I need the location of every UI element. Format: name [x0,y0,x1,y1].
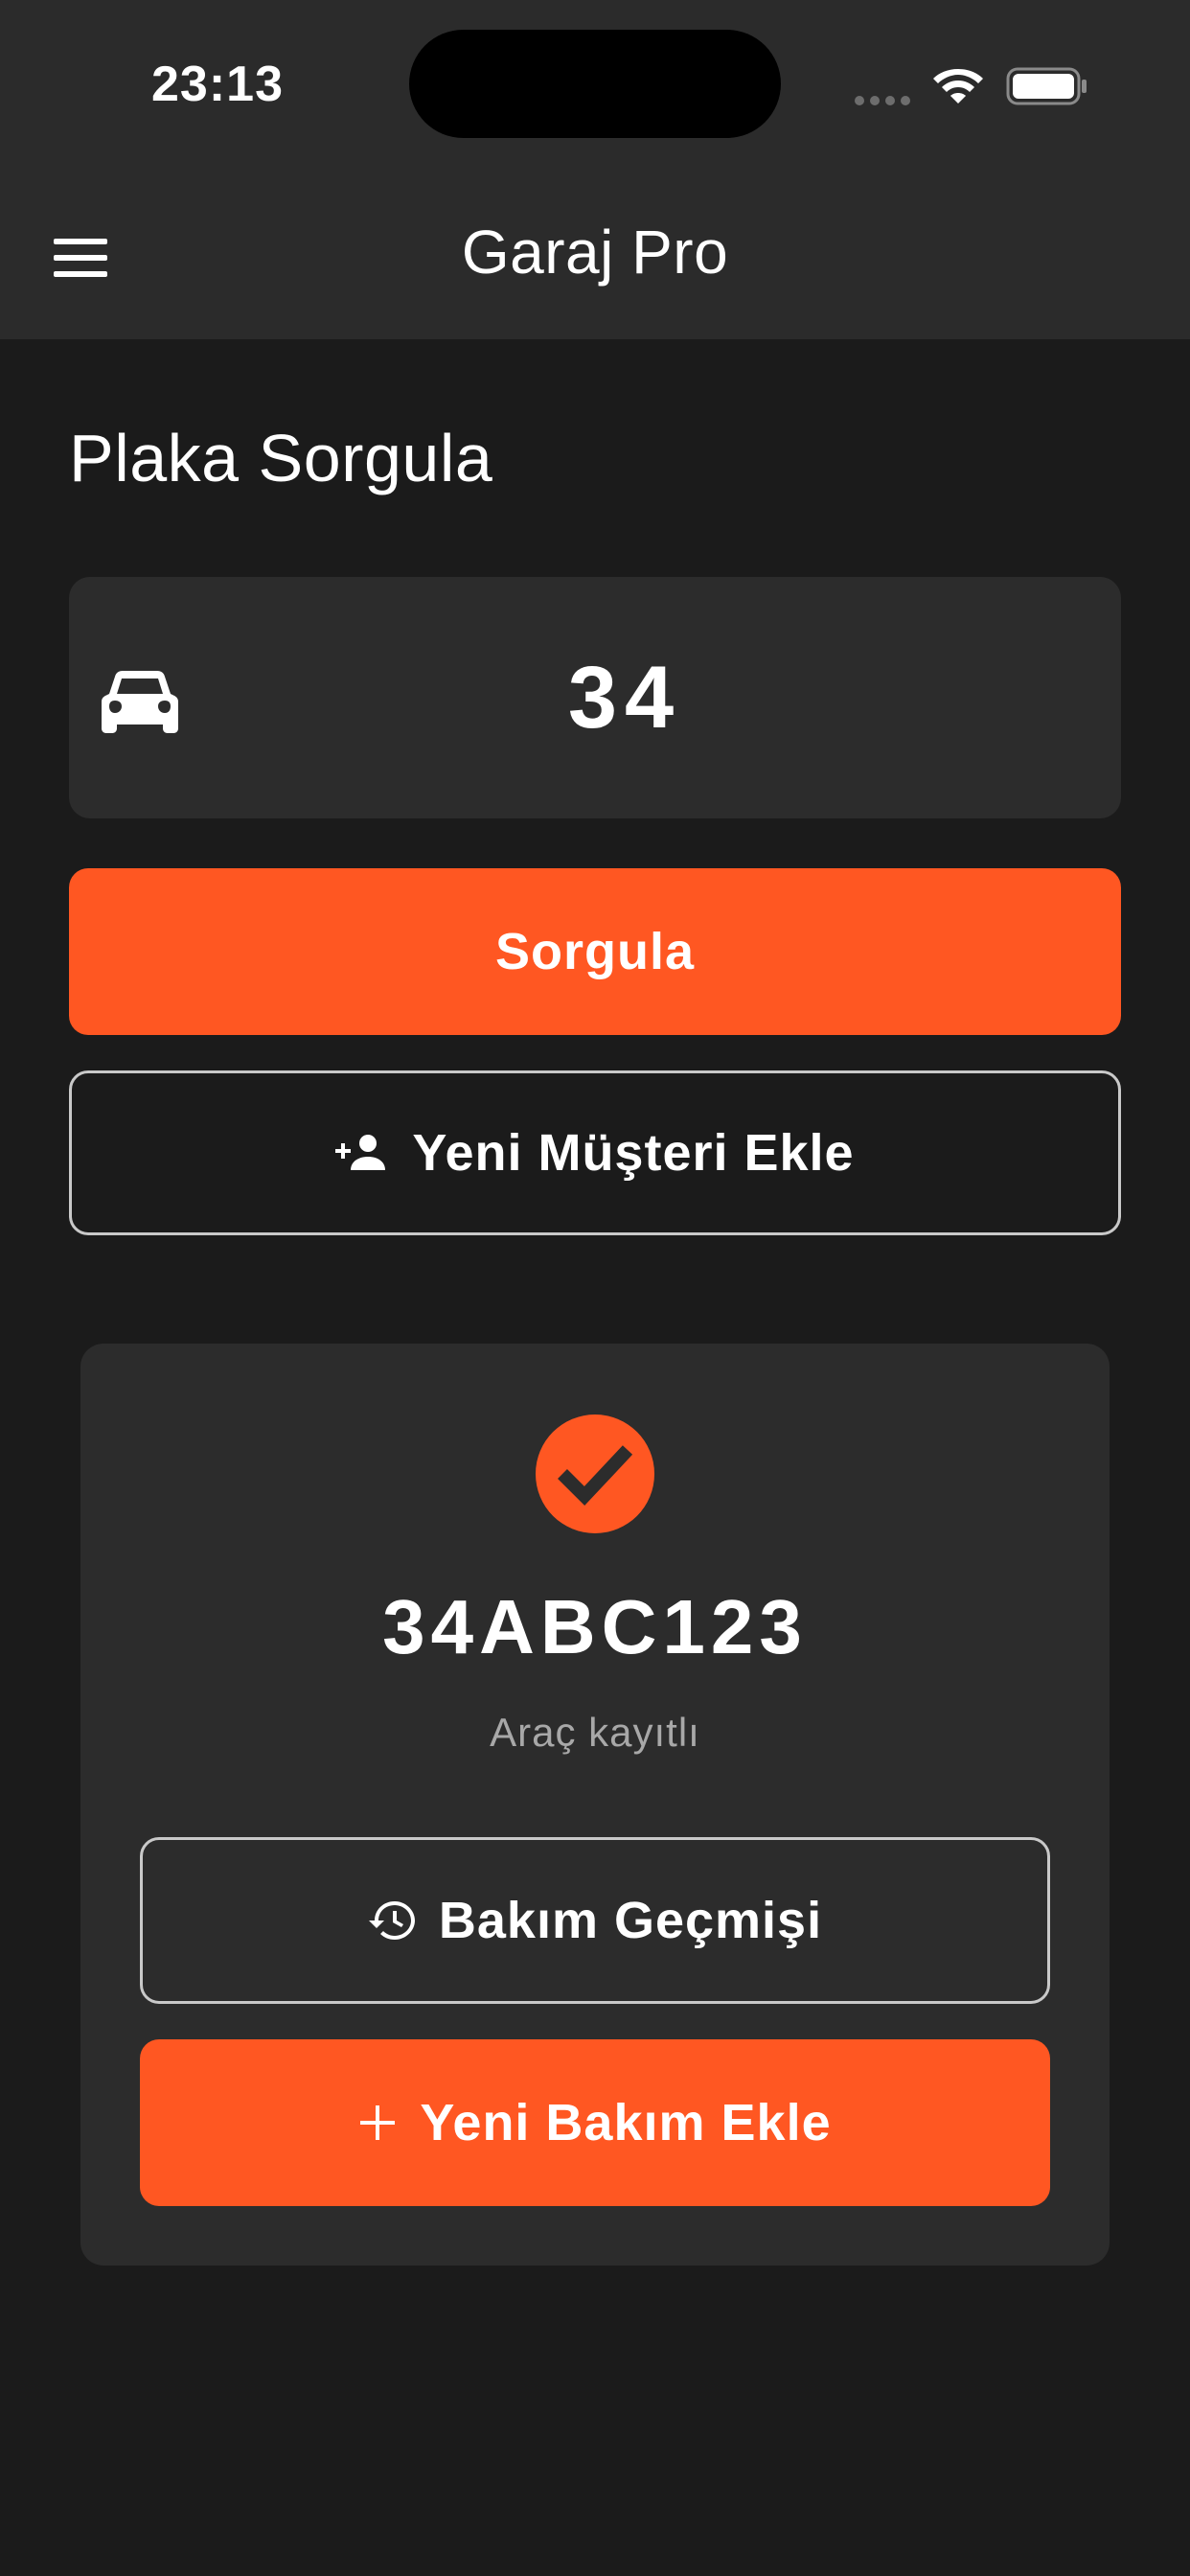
check-circle-icon [536,1414,654,1533]
add-service-button[interactable]: Yeni Bakım Ekle [140,2039,1050,2206]
add-service-button-label: Yeni Bakım Ekle [420,2094,832,2151]
result-plate: 34ABC123 [382,1584,808,1669]
history-icon [368,1898,416,1943]
status-time: 23:13 [151,57,284,112]
person-add-icon [335,1134,389,1172]
result-status: Araç kayıtlı [490,1710,700,1755]
history-button[interactable]: Bakım Geçmişi [140,1837,1050,2004]
app-title: Garaj Pro [461,218,729,287]
add-customer-button[interactable]: Yeni Müşteri Ekle [69,1070,1121,1235]
page-title: Plaka Sorgula [69,421,493,495]
cellular-signal-icon [855,93,916,105]
app-header: 23:13 Garaj Pro [0,0,1190,339]
query-button[interactable]: Sorgula [69,868,1121,1035]
battery-icon [1006,67,1087,105]
add-customer-button-label: Yeni Müşteri Ekle [412,1124,855,1182]
result-card: 34ABC123 Araç kayıtlı Bakım Geçmişi Yeni… [80,1344,1110,2266]
history-button-label: Bakım Geçmişi [438,1892,823,1949]
plate-input[interactable] [213,577,1037,818]
car-icon [102,671,178,733]
query-button-label: Sorgula [494,923,696,980]
plus-icon [358,2104,397,2142]
dynamic-island [409,30,781,138]
wifi-icon [933,69,983,104]
plate-field[interactable] [69,577,1121,818]
